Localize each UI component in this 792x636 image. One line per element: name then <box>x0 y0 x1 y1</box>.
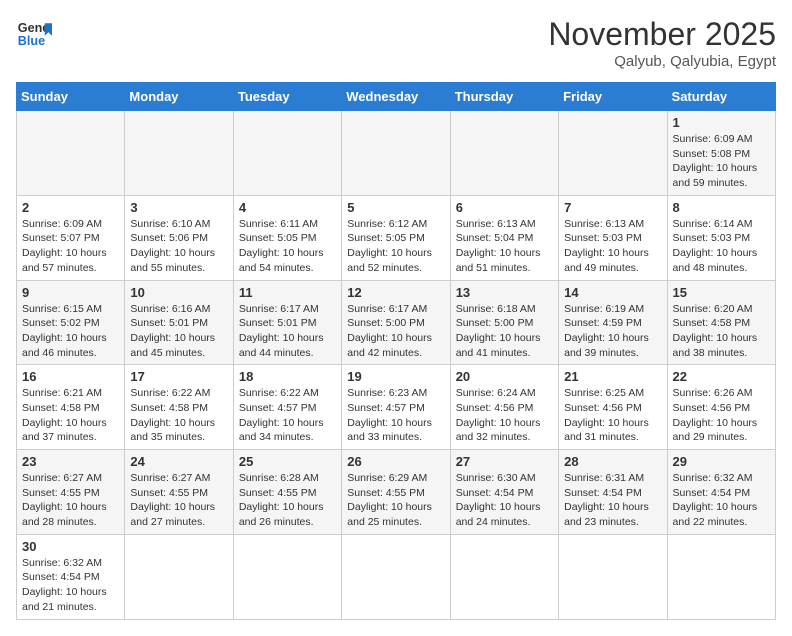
day-19: 19 Sunrise: 6:23 AMSunset: 4:57 PMDaylig… <box>342 365 450 450</box>
week-row-5: 23 Sunrise: 6:27 AMSunset: 4:55 PMDaylig… <box>17 450 776 535</box>
header-tuesday: Tuesday <box>233 83 341 111</box>
day-23: 23 Sunrise: 6:27 AMSunset: 4:55 PMDaylig… <box>17 450 125 535</box>
header-friday: Friday <box>559 83 667 111</box>
day-30: 30 Sunrise: 6:32 AMSunset: 4:54 PMDaylig… <box>17 534 125 619</box>
day-17: 17 Sunrise: 6:22 AMSunset: 4:58 PMDaylig… <box>125 365 233 450</box>
week-row-6: 30 Sunrise: 6:32 AMSunset: 4:54 PMDaylig… <box>17 534 776 619</box>
header-monday: Monday <box>125 83 233 111</box>
day-22: 22 Sunrise: 6:26 AMSunset: 4:56 PMDaylig… <box>667 365 775 450</box>
day-27: 27 Sunrise: 6:30 AMSunset: 4:54 PMDaylig… <box>450 450 558 535</box>
location-subtitle: Qalyub, Qalyubia, Egypt <box>548 53 776 70</box>
day-26: 26 Sunrise: 6:29 AMSunset: 4:55 PMDaylig… <box>342 450 450 535</box>
header-wednesday: Wednesday <box>342 83 450 111</box>
empty-cell <box>125 111 233 196</box>
day-3: 3 Sunrise: 6:10 AMSunset: 5:06 PMDayligh… <box>125 195 233 280</box>
day-29: 29 Sunrise: 6:32 AMSunset: 4:54 PMDaylig… <box>667 450 775 535</box>
empty-cell <box>559 534 667 619</box>
week-row-4: 16 Sunrise: 6:21 AMSunset: 4:58 PMDaylig… <box>17 365 776 450</box>
day-8: 8 Sunrise: 6:14 AMSunset: 5:03 PMDayligh… <box>667 195 775 280</box>
day-15: 15 Sunrise: 6:20 AMSunset: 4:58 PMDaylig… <box>667 280 775 365</box>
day-13: 13 Sunrise: 6:18 AMSunset: 5:00 PMDaylig… <box>450 280 558 365</box>
logo: General Blue <box>16 16 52 52</box>
empty-cell <box>342 111 450 196</box>
title-block: November 2025 Qalyub, Qalyubia, Egypt <box>548 16 776 70</box>
day-14: 14 Sunrise: 6:19 AMSunset: 4:59 PMDaylig… <box>559 280 667 365</box>
empty-cell <box>342 534 450 619</box>
month-title: November 2025 <box>548 16 776 53</box>
day-28: 28 Sunrise: 6:31 AMSunset: 4:54 PMDaylig… <box>559 450 667 535</box>
header-saturday: Saturday <box>667 83 775 111</box>
day-7: 7 Sunrise: 6:13 AMSunset: 5:03 PMDayligh… <box>559 195 667 280</box>
header-thursday: Thursday <box>450 83 558 111</box>
weekday-header-row: Sunday Monday Tuesday Wednesday Thursday… <box>17 83 776 111</box>
week-row-1: 1 Sunrise: 6:09 AMSunset: 5:08 PMDayligh… <box>17 111 776 196</box>
day-2: 2 Sunrise: 6:09 AMSunset: 5:07 PMDayligh… <box>17 195 125 280</box>
empty-cell <box>125 534 233 619</box>
day-6: 6 Sunrise: 6:13 AMSunset: 5:04 PMDayligh… <box>450 195 558 280</box>
day-11: 11 Sunrise: 6:17 AMSunset: 5:01 PMDaylig… <box>233 280 341 365</box>
day-12: 12 Sunrise: 6:17 AMSunset: 5:00 PMDaylig… <box>342 280 450 365</box>
week-row-3: 9 Sunrise: 6:15 AMSunset: 5:02 PMDayligh… <box>17 280 776 365</box>
day-24: 24 Sunrise: 6:27 AMSunset: 4:55 PMDaylig… <box>125 450 233 535</box>
day-16: 16 Sunrise: 6:21 AMSunset: 4:58 PMDaylig… <box>17 365 125 450</box>
day-10: 10 Sunrise: 6:16 AMSunset: 5:01 PMDaylig… <box>125 280 233 365</box>
svg-text:Blue: Blue <box>18 34 45 48</box>
day-9: 9 Sunrise: 6:15 AMSunset: 5:02 PMDayligh… <box>17 280 125 365</box>
empty-cell <box>450 534 558 619</box>
empty-cell <box>233 534 341 619</box>
day-1: 1 Sunrise: 6:09 AMSunset: 5:08 PMDayligh… <box>667 111 775 196</box>
day-21: 21 Sunrise: 6:25 AMSunset: 4:56 PMDaylig… <box>559 365 667 450</box>
logo-icon: General Blue <box>16 16 52 52</box>
calendar-table: Sunday Monday Tuesday Wednesday Thursday… <box>16 82 776 620</box>
empty-cell <box>667 534 775 619</box>
day-25: 25 Sunrise: 6:28 AMSunset: 4:55 PMDaylig… <box>233 450 341 535</box>
empty-cell <box>17 111 125 196</box>
day-18: 18 Sunrise: 6:22 AMSunset: 4:57 PMDaylig… <box>233 365 341 450</box>
day-5: 5 Sunrise: 6:12 AMSunset: 5:05 PMDayligh… <box>342 195 450 280</box>
empty-cell <box>233 111 341 196</box>
week-row-2: 2 Sunrise: 6:09 AMSunset: 5:07 PMDayligh… <box>17 195 776 280</box>
empty-cell <box>450 111 558 196</box>
header-sunday: Sunday <box>17 83 125 111</box>
empty-cell <box>559 111 667 196</box>
day-4: 4 Sunrise: 6:11 AMSunset: 5:05 PMDayligh… <box>233 195 341 280</box>
page-header: General Blue November 2025 Qalyub, Qalyu… <box>16 16 776 70</box>
day-20: 20 Sunrise: 6:24 AMSunset: 4:56 PMDaylig… <box>450 365 558 450</box>
